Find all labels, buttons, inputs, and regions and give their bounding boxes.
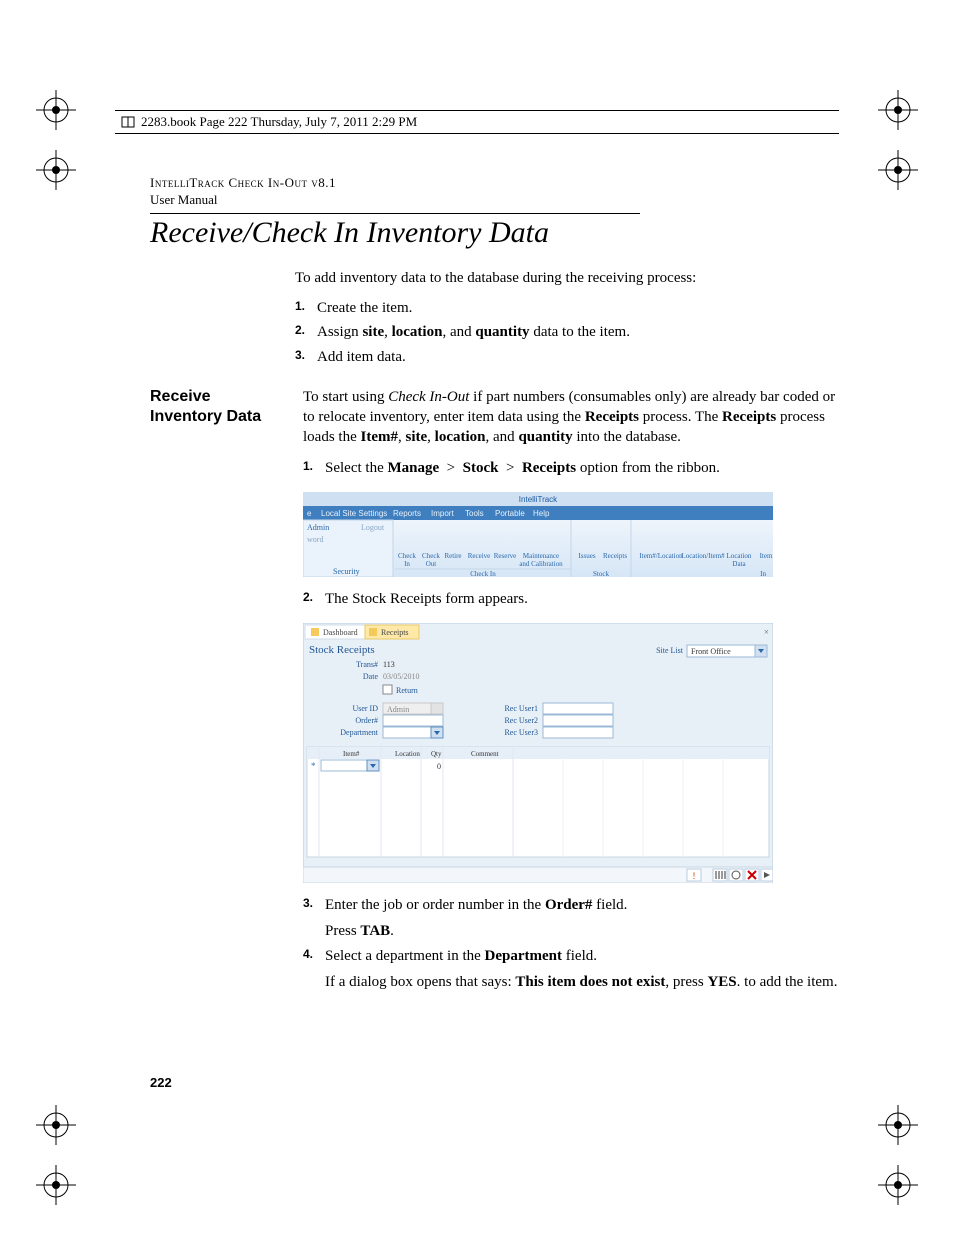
svg-text:Item#/Location: Item#/Location [639,552,683,560]
svg-text:Reserve: Reserve [494,552,517,560]
svg-text:Retire: Retire [444,552,461,560]
svg-text:Date: Date [363,672,379,681]
svg-text:Return: Return [396,686,418,695]
crop-mark-icon [878,90,918,130]
book-icon [121,115,135,129]
svg-text:Stock: Stock [593,570,609,577]
crop-mark-icon [36,1165,76,1205]
svg-text:Dashboard: Dashboard [323,628,358,637]
intro-step-2: 2.Assign site, location, and quantity da… [295,322,839,342]
svg-text:Receipts: Receipts [381,628,409,637]
svg-text:Check: Check [422,552,440,560]
crop-mark-icon [878,1165,918,1205]
crop-mark-icon [878,1105,918,1145]
framemaker-header: 2283.book Page 222 Thursday, July 7, 201… [115,110,839,134]
svg-text:Reports: Reports [393,509,421,518]
crop-mark-icon [36,90,76,130]
svg-text:Tools: Tools [465,509,484,518]
svg-text:Check In: Check In [470,570,496,577]
svg-text:Portable: Portable [495,509,525,518]
svg-text:Qty: Qty [431,750,442,758]
svg-text:Admin: Admin [387,705,409,714]
step-4: 4.Select a department in the Department … [303,946,839,993]
svg-text:Trans#: Trans# [356,660,378,669]
running-head: IntelliTrack Check In-Out v8.1 User Manu… [150,175,839,209]
svg-text:Rec User2: Rec User2 [504,716,538,725]
svg-text:113: 113 [383,660,395,669]
header-text: 2283.book Page 222 Thursday, July 7, 201… [141,114,417,130]
svg-text:Admin: Admin [307,523,329,532]
intro-step-3: 3.Add item data. [295,347,839,367]
svg-text:In: In [760,570,766,577]
svg-text:Maintenance: Maintenance [523,552,559,560]
ribbon-screenshot: IntelliTrack e Local Site Settings Repor… [303,492,839,577]
svg-text:Out: Out [426,560,437,568]
svg-text:Location: Location [727,552,752,560]
svg-text:Receipts: Receipts [603,552,627,560]
svg-text:Site List: Site List [656,646,684,655]
svg-text:word: word [307,535,323,544]
svg-text:In: In [404,560,410,568]
section-side-heading: Receive Inventory Data [150,387,303,427]
svg-text:Logout: Logout [361,523,385,532]
app-title: IntelliTrack [519,495,558,504]
svg-text:Check: Check [398,552,416,560]
step-1: 1.Select the Manage > Stock > Receipts o… [303,458,839,478]
svg-text:Comment: Comment [471,750,499,758]
svg-text:Location: Location [395,750,420,758]
intro-paragraph: To add inventory data to the database du… [295,268,839,288]
svg-text:User ID: User ID [352,704,378,713]
running-head-doc: User Manual [150,192,839,209]
svg-text:Order#: Order# [355,716,378,725]
crop-mark-icon [36,1105,76,1145]
svg-text:Data: Data [732,560,746,568]
intro-steps: 1.Create the item. 2.Assign site, locati… [295,298,839,367]
crop-mark-icon [36,150,76,190]
svg-text:0: 0 [437,762,441,771]
section-intro: To start using Check In-Out if part numb… [303,387,839,448]
svg-text:Issues: Issues [578,552,595,560]
svg-text:Item#: Item# [343,750,360,758]
svg-text:Stock Receipts: Stock Receipts [309,644,375,656]
crop-mark-icon [878,150,918,190]
svg-text:Import: Import [431,509,454,518]
svg-text:Rec User1: Rec User1 [504,704,538,713]
svg-text:!: ! [693,871,696,881]
chapter-title: Receive/Check In Inventory Data [150,216,839,250]
svg-text:Receive: Receive [468,552,491,560]
step-2: 2.The Stock Receipts form appears. [303,589,839,609]
svg-text:Front Office: Front Office [691,647,731,656]
title-rule [150,213,640,214]
svg-text:Location/Item#: Location/Item# [681,552,725,560]
svg-text:and Calibration: and Calibration [519,560,563,568]
step-3: 3.Enter the job or order number in the O… [303,895,839,942]
svg-text:e: e [307,509,312,518]
svg-text:Help: Help [533,509,550,518]
running-head-product: IntelliTrack Check In-Out v8.1 [150,175,839,192]
page-number: 222 [150,1075,172,1090]
svg-text:03/05/2010: 03/05/2010 [383,672,419,681]
form-screenshot: Dashboard Receipts × Stock Receipts Site… [303,623,839,883]
svg-text:Item: Item [760,552,773,560]
svg-text:*: * [311,761,316,771]
svg-text:Department: Department [340,728,379,737]
intro-step-1: 1.Create the item. [295,298,839,318]
svg-text:Rec User3: Rec User3 [504,728,538,737]
svg-text:×: × [764,627,769,637]
svg-text:Local Site Settings: Local Site Settings [321,509,387,518]
svg-text:Security: Security [333,567,360,576]
